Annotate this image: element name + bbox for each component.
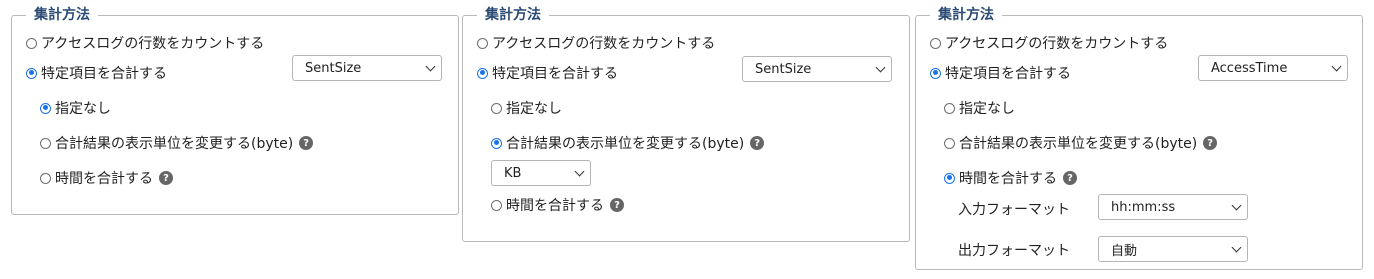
select-value: 自動	[1111, 243, 1138, 259]
input-format-label: 入力フォーマット	[958, 202, 1070, 218]
radio-no-spec[interactable]: 指定なし	[944, 98, 1015, 118]
select-value: SentSize	[305, 60, 362, 76]
help-icon[interactable]: ?	[299, 136, 314, 150]
select-value: SentSize	[755, 61, 812, 77]
radio-circle[interactable]	[40, 172, 51, 184]
radio-circle[interactable]	[26, 67, 37, 79]
select-value: hh:mm:ss	[1111, 199, 1176, 215]
radio-sum-item[interactable]: 特定項目を合計する	[26, 63, 167, 83]
panel-title: 集計方法	[477, 6, 549, 24]
radio-label: 指定なし	[55, 101, 111, 117]
radio-change-unit[interactable]: 合計結果の表示単位を変更する(byte) ?	[944, 133, 1218, 153]
chevron-down-icon	[1231, 242, 1242, 253]
radio-circle[interactable]	[491, 137, 502, 149]
aggregation-panel-2: 集計方法 アクセスログの行数をカウントする 特定項目を合計する SentSize…	[462, 6, 910, 242]
radio-sum-time[interactable]: 時間を合計する ?	[491, 195, 624, 215]
chevron-down-icon	[425, 61, 436, 72]
radio-count-rows[interactable]: アクセスログの行数をカウントする	[930, 33, 1168, 53]
output-format-select[interactable]: 自動	[1098, 236, 1248, 262]
radio-sum-item[interactable]: 特定項目を合計する	[930, 63, 1071, 83]
radio-sum-item[interactable]: 特定項目を合計する	[477, 63, 618, 83]
radio-count-rows[interactable]: アクセスログの行数をカウントする	[26, 33, 264, 53]
radio-circle[interactable]	[944, 172, 955, 184]
radio-label: 指定なし	[959, 101, 1015, 117]
radio-label: 合計結果の表示単位を変更する(byte)	[506, 136, 745, 152]
help-icon[interactable]: ?	[610, 198, 624, 212]
radio-label: 指定なし	[506, 101, 562, 117]
radio-label: 時間を合計する	[55, 171, 153, 187]
radio-count-rows[interactable]: アクセスログの行数をカウントする	[477, 33, 715, 53]
chevron-down-icon	[574, 166, 585, 177]
radio-circle[interactable]	[40, 137, 51, 149]
radio-circle[interactable]	[477, 37, 488, 49]
chevron-down-icon	[1231, 200, 1242, 211]
help-icon[interactable]: ?	[159, 171, 173, 185]
radio-label: 特定項目を合計する	[945, 66, 1071, 82]
radio-circle[interactable]	[491, 199, 502, 211]
input-format-select[interactable]: hh:mm:ss	[1098, 194, 1248, 220]
radio-label: 合計結果の表示単位を変更する(byte)	[55, 136, 294, 152]
panel-title: 集計方法	[26, 6, 98, 24]
chevron-down-icon	[875, 62, 886, 73]
output-format-label: 出力フォーマット	[958, 243, 1070, 259]
help-icon[interactable]: ?	[1203, 136, 1218, 150]
sum-field-select[interactable]: SentSize	[292, 55, 442, 81]
aggregation-panel-3: 集計方法 アクセスログの行数をカウントする 特定項目を合計する AccessTi…	[915, 6, 1363, 270]
panel-title: 集計方法	[930, 6, 1002, 24]
radio-label: アクセスログの行数をカウントする	[945, 36, 1169, 52]
radio-label: 特定項目を合計する	[41, 66, 167, 82]
radio-circle[interactable]	[26, 37, 37, 49]
radio-label: 合計結果の表示単位を変更する(byte)	[959, 136, 1198, 152]
radio-circle[interactable]	[930, 67, 941, 79]
radio-circle[interactable]	[477, 67, 488, 79]
sum-field-select[interactable]: AccessTime	[1198, 55, 1348, 81]
radio-circle[interactable]	[944, 102, 955, 114]
radio-circle[interactable]	[944, 137, 955, 149]
radio-sum-time[interactable]: 時間を合計する ?	[40, 168, 173, 188]
select-value: KB	[504, 165, 522, 181]
radio-sum-time[interactable]: 時間を合計する ?	[944, 168, 1077, 188]
radio-label: アクセスログの行数をカウントする	[492, 36, 716, 52]
radio-no-spec[interactable]: 指定なし	[491, 98, 562, 118]
radio-label: アクセスログの行数をカウントする	[41, 36, 265, 52]
radio-change-unit[interactable]: 合計結果の表示単位を変更する(byte) ?	[491, 133, 765, 153]
radio-no-spec[interactable]: 指定なし	[40, 98, 111, 118]
radio-circle[interactable]	[930, 37, 941, 49]
unit-select[interactable]: KB	[491, 160, 591, 186]
radio-label: 特定項目を合計する	[492, 66, 618, 82]
chevron-down-icon	[1331, 61, 1342, 72]
radio-label: 時間を合計する	[959, 171, 1057, 187]
radio-change-unit[interactable]: 合計結果の表示単位を変更する(byte) ?	[40, 133, 314, 153]
help-icon[interactable]: ?	[1063, 171, 1077, 185]
radio-circle[interactable]	[40, 102, 51, 114]
select-value: AccessTime	[1211, 60, 1288, 76]
radio-circle[interactable]	[491, 102, 502, 114]
help-icon[interactable]: ?	[750, 136, 765, 150]
radio-label: 時間を合計する	[506, 198, 604, 214]
aggregation-panel-1: 集計方法 アクセスログの行数をカウントする 特定項目を合計する SentSize…	[11, 6, 459, 215]
sum-field-select[interactable]: SentSize	[742, 56, 892, 82]
